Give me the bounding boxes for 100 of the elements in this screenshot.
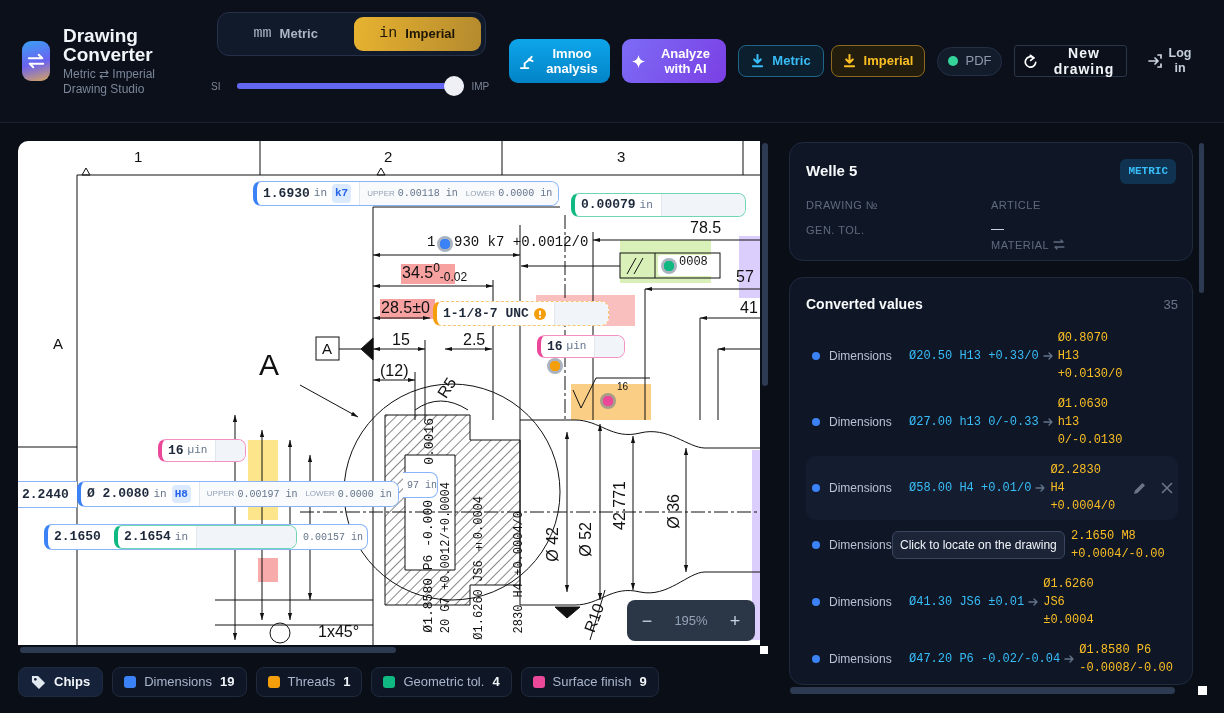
scrollbar-thumb[interactable] xyxy=(762,143,768,386)
tolerance-value: 0.00197 in xyxy=(237,487,298,502)
value-row[interactable]: Dimensions Ø20.50 H13 +0.33/0 Ø0.8070 H13 +0.0130/0 xyxy=(806,324,1178,388)
value-row[interactable]: Dimensions Ø41.30 JS6 ±0.01 Ø1.6260 JS6 ±0.0004 xyxy=(806,570,1178,634)
metric-value: Ø27.00 h13 0/-0.33 xyxy=(909,414,1039,431)
drawing-text: 2 xyxy=(384,149,393,164)
robot-arm-icon xyxy=(519,53,534,69)
zoom-out-button[interactable]: − xyxy=(635,606,659,635)
marker-dot-icon[interactable] xyxy=(437,236,453,252)
category-filter-button[interactable]: Dimensions 19 xyxy=(112,667,247,697)
tolerance-label: LOWER xyxy=(465,187,496,200)
scrollbar-corner xyxy=(1198,686,1207,695)
tolerance-value: 0.00118 in xyxy=(397,187,458,201)
chip-value: 1-1/8-7 UNC xyxy=(443,304,529,323)
drawing-text: 930 k7 +0.0012/0 xyxy=(454,235,589,249)
drawing-text: 0.0016 xyxy=(423,418,436,465)
category-filter-button[interactable]: Threads 1 xyxy=(255,667,363,697)
warning-icon xyxy=(533,307,546,320)
annotation-chip[interactable]: 2.1654 in xyxy=(114,525,297,549)
drawing-text: Ø 42 xyxy=(545,527,561,562)
metric-value: Ø58.00 H4 +0.01/0 xyxy=(909,480,1032,497)
metric-value: Ø41.30 JS6 ±0.01 xyxy=(909,594,1025,611)
arrow-right-icon xyxy=(1042,417,1053,427)
field-label: GEN. TOL. xyxy=(806,222,865,237)
chip-value: Ø 2.0080 xyxy=(87,485,150,504)
login-button[interactable]: Log in xyxy=(1148,46,1192,76)
value-row[interactable]: Dimensions Ø47.20 P6 -0.02/-0.04 Ø1.8580 P6 -0.0008/-0.00 xyxy=(806,636,1178,682)
zoom-in-button[interactable]: + xyxy=(723,606,747,635)
category-dot-icon xyxy=(812,598,820,606)
slider-min-label: SI xyxy=(211,79,221,94)
fit-badge: k7 xyxy=(332,184,352,203)
tooltip: Click to locate on the drawing xyxy=(892,531,1065,559)
slider-thumb[interactable] xyxy=(444,76,465,96)
zoom-level: 195% xyxy=(674,611,708,630)
annotation-chip[interactable]: Ø 2.0080 in H8 UPPER 0.00197 in LOWER 0.0000 in xyxy=(77,481,399,507)
chip-value: 2.1650 xyxy=(54,528,101,547)
category-label: Dimensions xyxy=(829,594,893,611)
login-icon xyxy=(1148,54,1162,68)
imperial-value: Ø0.8070 H13 +0.0130/0 xyxy=(1057,330,1123,383)
drawing-text: 2.5 xyxy=(463,332,486,348)
new-drawing-button[interactable]: New drawing xyxy=(1014,45,1127,77)
unit-label: in xyxy=(174,529,188,545)
category-filter-button[interactable]: Geometric tol. 4 xyxy=(371,667,512,697)
scrollbar-thumb[interactable] xyxy=(1199,143,1204,293)
drawing-text: A xyxy=(322,341,332,356)
unit-toggle-button[interactable]: mm Metric xyxy=(222,17,350,51)
unit-slider[interactable] xyxy=(237,76,465,96)
annotation-chip[interactable]: 1-1/8-7 UNC xyxy=(433,301,609,326)
pencil-icon[interactable] xyxy=(1133,481,1146,495)
analyze-button[interactable]: Analyze with AI xyxy=(622,39,726,83)
tolerance-label: LOWER xyxy=(305,488,335,500)
chip-value: 1.6930 xyxy=(263,184,310,203)
metric-value: Ø47.20 P6 -0.02/-0.04 xyxy=(909,651,1061,668)
drawing-text: 1 xyxy=(134,149,143,164)
category-dot-icon xyxy=(812,541,820,549)
annotation-chip[interactable]: 2.2440 xyxy=(18,481,77,508)
drawing-text: 3 xyxy=(617,149,626,164)
imperial-value: Ø1.6260 JS6 ±0.0004 xyxy=(1043,576,1094,629)
scrollbar-corner xyxy=(760,646,768,654)
marker-dot-icon[interactable] xyxy=(547,358,563,374)
value-row[interactable]: Dimensions Ø27.00 h13 0/-0.33 Ø1.0630 h13 0/-0.0130 xyxy=(806,390,1178,454)
swap-arrows-icon xyxy=(22,41,50,81)
field-label: ARTICLE xyxy=(991,197,1041,212)
drawing-text: 20 G7 +0.0012/+0.0004 xyxy=(440,482,452,634)
field-label: MATERIAL xyxy=(991,237,1050,252)
tolerance-label: UPPER xyxy=(367,187,395,200)
download-button[interactable]: Imperial xyxy=(831,45,925,77)
value-row[interactable]: Dimensions 2.1650 M8 +0.0004/-0.00 Click to locate on the drawing xyxy=(806,522,1178,568)
annotation-chip[interactable]: 16 µin xyxy=(537,335,625,358)
annotation-chip[interactable]: 97 in xyxy=(403,472,438,498)
download-button[interactable]: Metric xyxy=(738,45,824,77)
drawing-text: Ø1.6260 JS6 ±0.0004 xyxy=(473,496,485,640)
refresh-icon xyxy=(1024,53,1037,69)
analysis-button[interactable]: Imnoo analysis xyxy=(509,39,610,83)
unit-toggle-button[interactable]: in Imperial xyxy=(353,17,481,51)
annotation-chip[interactable]: 16 µin xyxy=(158,439,246,462)
value-row[interactable]: Dimensions Ø58.00 H4 +0.01/0 Ø2.2830 H4 +0.0004/0 xyxy=(806,456,1178,520)
sparkle-icon xyxy=(631,54,645,68)
annotation-chip[interactable]: 0.00079 in xyxy=(571,193,746,217)
drawing-text: 1 xyxy=(427,235,436,249)
swap-icon[interactable] xyxy=(1053,239,1066,250)
slider-max-label: IMP xyxy=(471,79,490,94)
chips-toggle-button[interactable]: Chips xyxy=(18,667,104,697)
app-title: Drawing Converter xyxy=(63,25,154,64)
chip-value: 0.00079 xyxy=(581,196,636,215)
marker-dot-icon[interactable] xyxy=(600,393,616,409)
unit-label: µin xyxy=(566,339,587,355)
scrollbar-thumb[interactable] xyxy=(20,647,396,653)
close-icon[interactable] xyxy=(1161,482,1173,494)
scrollbar-thumb[interactable] xyxy=(790,687,1175,694)
chip-value: 2.2440 xyxy=(22,485,69,504)
drawing-text: Ø 36 xyxy=(666,494,682,529)
category-filter-button[interactable]: Surface finish 9 xyxy=(520,667,659,697)
tolerance-value: 0.0000 in xyxy=(498,187,553,201)
tolerance-value: 97 in xyxy=(407,478,437,493)
category-label: Dimensions xyxy=(829,348,893,365)
drawing-text: 41 xyxy=(740,300,758,316)
annotation-chip[interactable]: 1.6930 in k7 UPPER 0.00118 in LOWER 0.0000 in xyxy=(253,181,560,206)
download-icon xyxy=(842,54,856,68)
drawing-text: 1x45° xyxy=(318,624,360,640)
